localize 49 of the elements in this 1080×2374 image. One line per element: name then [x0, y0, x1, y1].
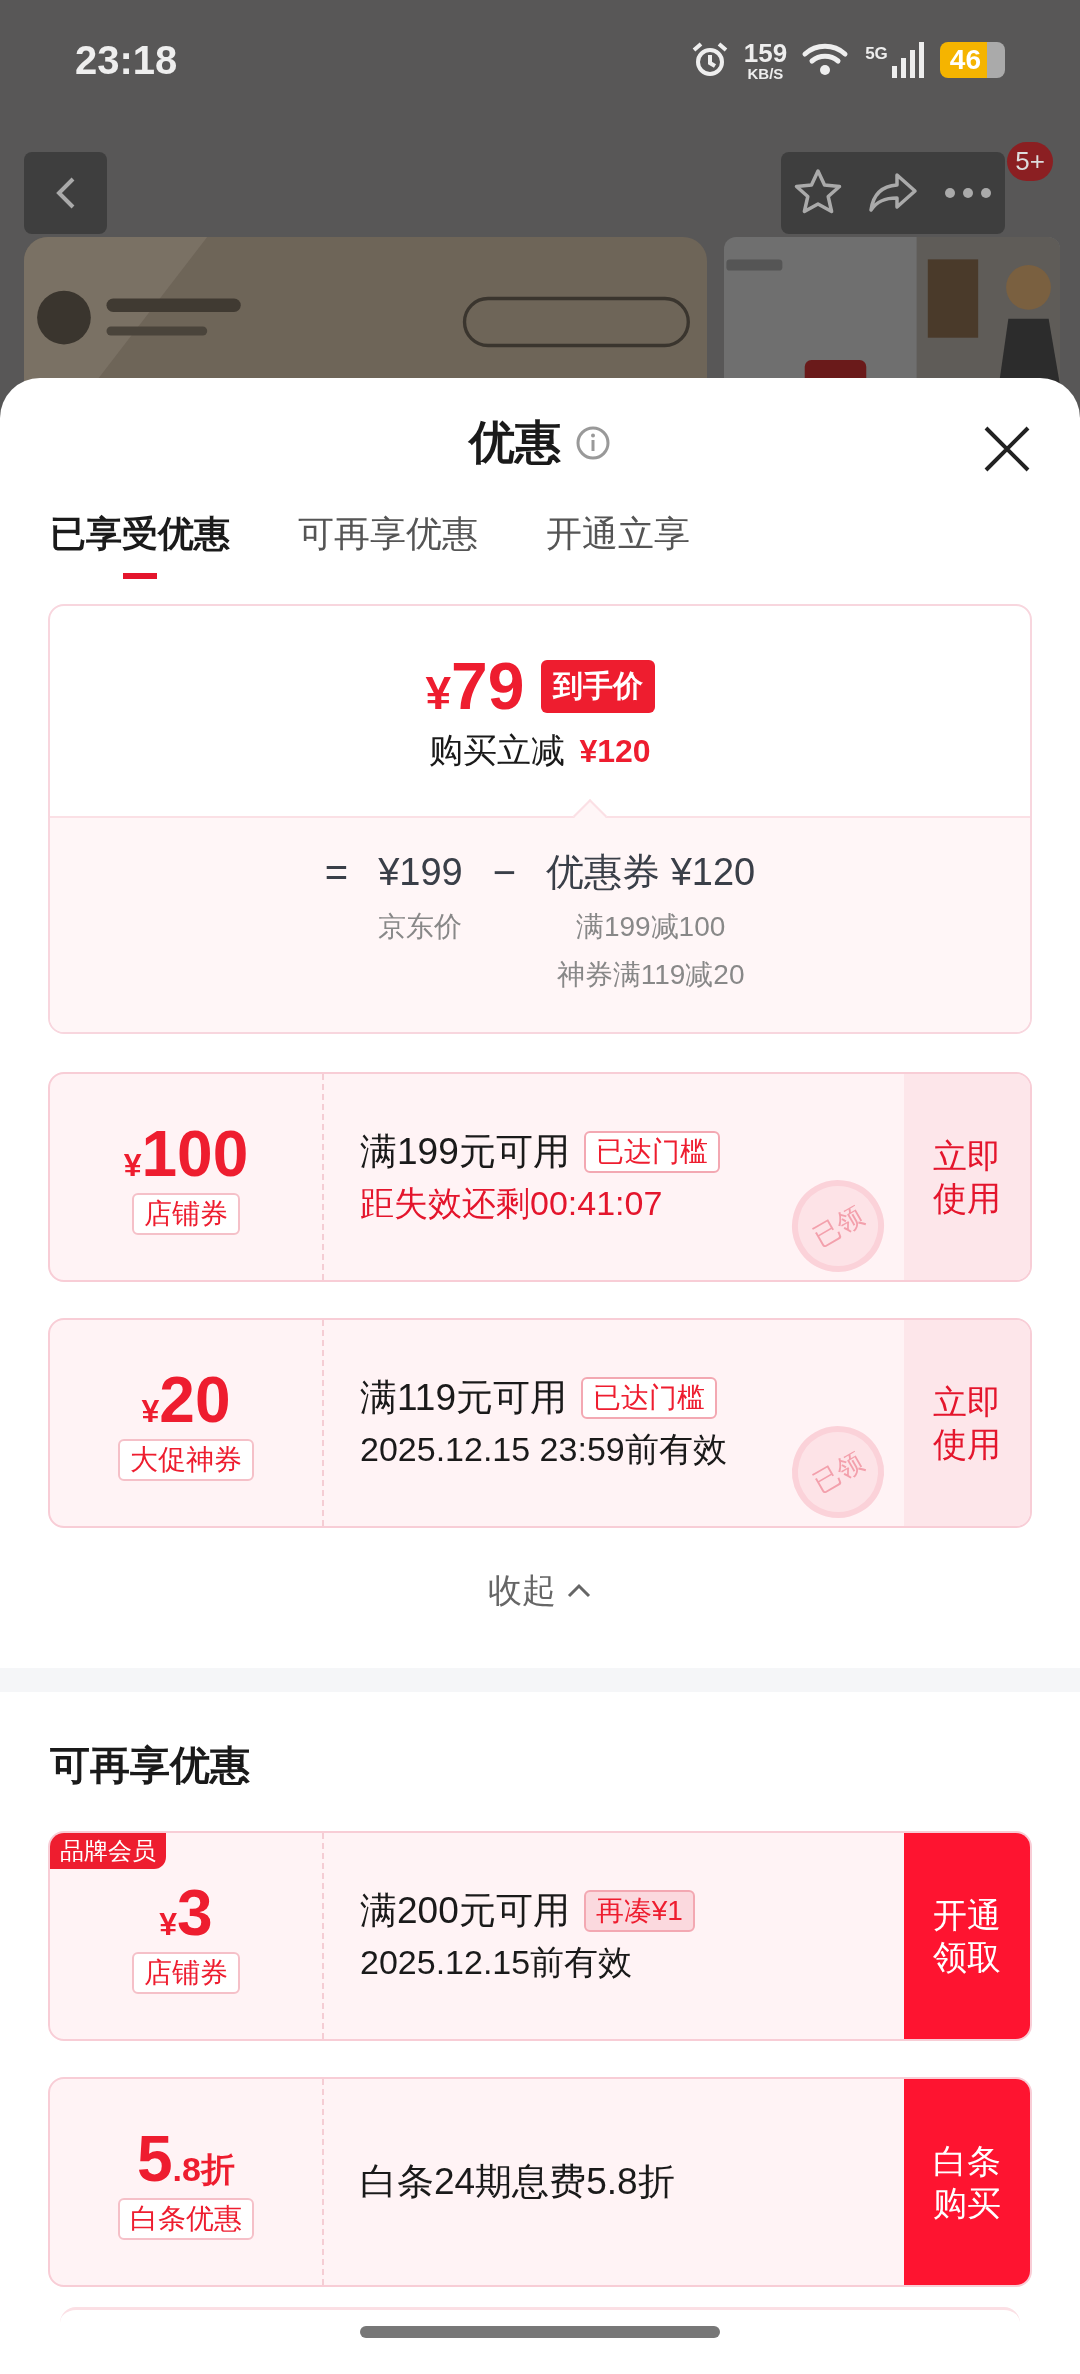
coupon-validity: 距失效还剩00:41:07: [360, 1183, 663, 1224]
equals-sign: =: [324, 849, 349, 896]
discount-detail: 满199减100: [575, 910, 726, 944]
tab[interactable]: 开通立享: [546, 504, 690, 579]
battery-level: 46: [939, 42, 987, 78]
notification-badge: 5+: [1007, 142, 1053, 181]
coupon-condition: 满199元可用: [360, 1130, 570, 1174]
status-time: 23:18: [75, 37, 178, 83]
saving-amount: ¥120: [579, 732, 651, 770]
sheet-title: 优惠: [469, 415, 561, 470]
coupon-validity: 2025.12.15前有效: [360, 1942, 633, 1983]
battery-cap: [987, 42, 1005, 78]
claim-button[interactable]: 开通领取: [904, 1833, 1030, 2039]
final-price-tag: 到手价: [540, 659, 655, 713]
claim-button[interactable]: 白条购买: [904, 2079, 1030, 2285]
coupon-type-label: 店铺券: [132, 1952, 240, 1995]
coupon-type-label: 白条优惠: [118, 2198, 254, 2241]
threshold-tag: 已达门槛: [583, 1131, 720, 1173]
use-coupon-button[interactable]: 立即使用: [904, 1074, 1030, 1280]
final-price: ¥79: [425, 648, 525, 724]
coupon-type-label: 大促神券: [118, 1439, 254, 1482]
section-title: 可再享优惠: [49, 1742, 251, 1789]
member-badge: 品牌会员: [50, 1833, 166, 1869]
signal-icon: [889, 40, 926, 80]
discount-detail: 神券满119减20: [556, 958, 745, 992]
use-coupon-button[interactable]: 立即使用: [904, 1320, 1030, 1526]
minus-sign: −: [492, 849, 517, 896]
discount-total: 优惠券 ¥120: [546, 850, 756, 895]
coupon-type-label: 店铺券: [132, 1193, 240, 1236]
coupon-amount: ¥20: [141, 1364, 231, 1436]
coupon-discount: 5.8折: [137, 2123, 235, 2195]
threshold-tag: 再凑¥1: [583, 1890, 695, 1932]
coupon-condition: 白条24期息费5.8折: [360, 2160, 675, 2204]
coupon-amount: ¥3: [159, 1877, 213, 1949]
network-speed: 159 KB/S: [743, 39, 788, 81]
coupon-validity: 2025.12.15 23:59前有效: [360, 1429, 727, 1470]
info-icon[interactable]: [575, 425, 611, 461]
base-price-label: 京东价: [378, 910, 463, 944]
close-icon[interactable]: [982, 424, 1032, 474]
coupon-amount: ¥100: [123, 1118, 249, 1190]
saving-label: 购买立减: [429, 730, 566, 771]
collapse-button[interactable]: 收起: [478, 1558, 602, 1624]
tab[interactable]: 可再享优惠: [298, 504, 478, 579]
back-button[interactable]: [24, 152, 107, 234]
base-price: ¥199: [378, 850, 463, 895]
coupon-condition: 满200元可用: [360, 1889, 570, 1933]
coupon-condition: 满119元可用: [360, 1376, 567, 1420]
threshold-tag: 已达门槛: [581, 1377, 717, 1419]
network-type: 5G: [865, 43, 888, 64]
